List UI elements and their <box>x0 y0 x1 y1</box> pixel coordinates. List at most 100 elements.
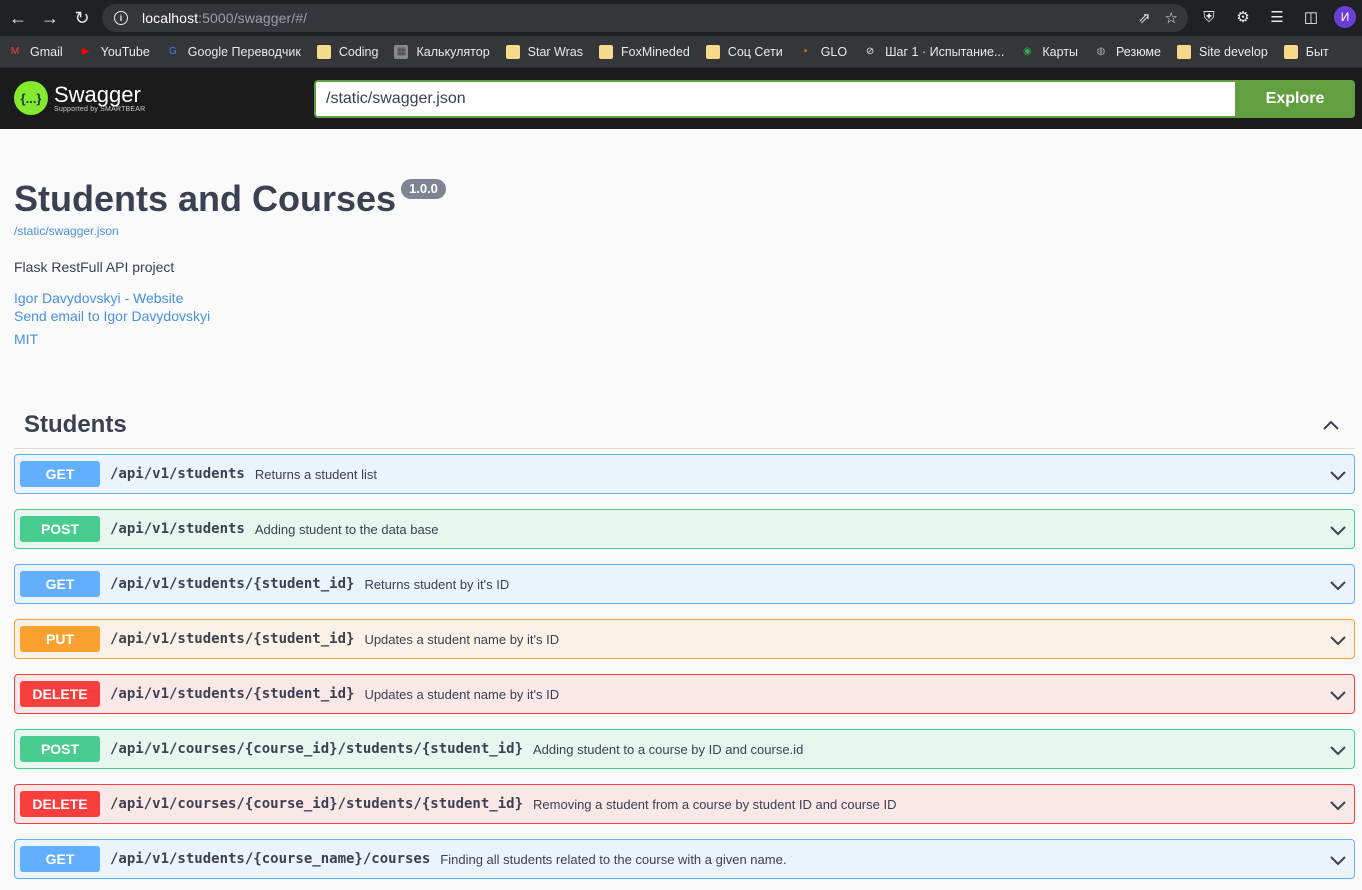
maps-icon: ◉ <box>1023 46 1032 57</box>
chevron-down-icon[interactable] <box>1328 520 1348 540</box>
bookmark-item[interactable]: ◉ Карты <box>1020 45 1078 59</box>
operation-delete[interactable]: DELETE/api/v1/courses/{course_id}/studen… <box>14 784 1355 824</box>
method-badge: GET <box>20 461 100 487</box>
bookmark-label: Калькулятор <box>416 44 490 59</box>
operation-summary: Updates a student name by it's ID <box>364 631 560 647</box>
folder-icon <box>705 44 720 59</box>
operation-get[interactable]: GET/api/v1/students/{course_name}/course… <box>14 839 1355 879</box>
translate-icon: G <box>168 46 177 57</box>
chevron-up-icon[interactable] <box>1321 415 1341 435</box>
method-badge: GET <box>20 846 100 872</box>
method-badge: DELETE <box>20 681 100 707</box>
forward-icon[interactable]: → <box>36 4 64 32</box>
bookmark-item[interactable]: ▦ Калькулятор <box>394 44 490 59</box>
bookmark-label: FoxMineded <box>621 44 690 59</box>
operation-path: /api/v1/students/{student_id} <box>110 631 355 647</box>
chevron-down-icon[interactable] <box>1328 465 1348 485</box>
spec-url-link[interactable]: /static/swagger.json <box>14 224 119 238</box>
bookmark-item[interactable]: ▶ YouTube <box>79 45 150 59</box>
method-badge: DELETE <box>20 791 100 817</box>
link-icon: ⊘ <box>865 46 875 57</box>
bookmark-item[interactable]: Coding <box>316 44 379 59</box>
operation-path: /api/v1/courses/{course_id}/students/{st… <box>110 796 524 812</box>
chevron-down-icon[interactable] <box>1328 575 1348 595</box>
site-info-icon[interactable]: i <box>114 11 128 25</box>
chevron-down-icon[interactable] <box>1328 850 1348 870</box>
bookmark-label: Соц Сети <box>727 44 783 59</box>
shield-icon[interactable]: ⛨ <box>1198 6 1220 28</box>
operation-post[interactable]: POST/api/v1/students Adding student to th… <box>14 509 1355 549</box>
operation-path: /api/v1/students/{course_name}/courses <box>110 851 431 867</box>
url-host: localhost <box>142 10 199 26</box>
operation-summary: Updates a student name by it's ID <box>364 686 560 702</box>
profile-avatar[interactable]: И <box>1334 6 1356 28</box>
license-link[interactable]: MIT <box>14 331 38 347</box>
calculator-icon: ▦ <box>394 44 409 59</box>
bookmark-label: Coding <box>338 44 379 59</box>
bookmark-item[interactable]: FoxMineded <box>599 44 690 59</box>
bookmark-label: GLO <box>820 44 848 59</box>
tag-section-header[interactable]: Students <box>14 402 1355 449</box>
chevron-down-icon[interactable] <box>1328 630 1348 650</box>
operation-summary: Removing a student from a course by stud… <box>533 796 897 812</box>
operation-summary: Adding student to the data base <box>254 521 439 537</box>
gmail-icon: M <box>10 46 20 57</box>
bookmark-item[interactable]: Star Wras <box>505 44 583 59</box>
chevron-down-icon[interactable] <box>1328 685 1348 705</box>
operation-put[interactable]: PUT/api/v1/students/{student_id} Updates … <box>14 619 1355 659</box>
operation-delete[interactable]: DELETE/api/v1/students/{student_id} Updat… <box>14 674 1355 714</box>
star-icon[interactable]: ☆ <box>1165 9 1178 27</box>
bookmark-label: Быт <box>1305 44 1329 59</box>
globe-icon: ◍ <box>1096 46 1106 57</box>
website-link[interactable]: Igor Davydovskyi - Website <box>14 290 183 306</box>
media-playlist-icon[interactable]: ☰ <box>1266 6 1288 28</box>
address-bar[interactable]: i localhost:5000/swagger/#/ ⇗ ☆ <box>102 4 1188 32</box>
logo-subtext: Supported by SMARTBEAR <box>54 105 146 113</box>
bookmark-label: Резюме <box>1116 44 1161 59</box>
email-link[interactable]: Send email to Igor Davydovskyi <box>14 308 210 324</box>
operation-summary: Finding all students related to the cour… <box>440 851 787 867</box>
operation-path: /api/v1/students/{student_id} <box>110 576 355 592</box>
bookmark-item[interactable]: Соц Сети <box>705 44 783 59</box>
method-badge: POST <box>20 516 100 542</box>
operation-post[interactable]: POST/api/v1/courses/{course_id}/students… <box>14 729 1355 769</box>
bookmark-item[interactable]: ⊘ Шаг 1 · Испытание... <box>863 45 1004 59</box>
share-icon[interactable]: ⇗ <box>1138 9 1151 27</box>
bookmark-item[interactable]: M Gmail <box>8 45 63 59</box>
explore-button[interactable]: Explore <box>1235 80 1355 118</box>
operation-path: /api/v1/courses/{course_id}/students/{st… <box>110 741 524 757</box>
operation-get[interactable]: GET/api/v1/students/{student_id} Returns … <box>14 564 1355 604</box>
back-icon[interactable]: ← <box>4 4 32 32</box>
glo-icon: • <box>803 46 808 57</box>
bookmark-label: Google Переводчик <box>187 44 301 59</box>
bookmark-item[interactable]: • GLO <box>799 45 847 59</box>
swagger-logo-icon: {...} <box>14 81 48 115</box>
browser-toolbar: ← → ↻ i localhost:5000/swagger/#/ ⇗ ☆ ⛨ … <box>0 0 1362 36</box>
folder-icon <box>599 44 613 59</box>
chevron-down-icon[interactable] <box>1328 740 1348 760</box>
bookmark-label: Star Wras <box>527 44 583 59</box>
swagger-logo[interactable]: {...} Swagger Supported by SMARTBEAR <box>14 81 145 115</box>
operation-summary: Returns student by it's ID <box>364 576 510 592</box>
operation-path: /api/v1/students/{student_id} <box>110 686 355 702</box>
bookmark-item[interactable]: Быт <box>1283 44 1329 59</box>
bookmarks-bar: M Gmail ▶ YouTube G Google Переводчик Coding ▦ К… <box>0 36 1362 68</box>
version-badge: 1.0.0 <box>401 179 446 199</box>
method-badge: POST <box>20 736 100 762</box>
extensions-puzzle-icon[interactable]: ⚙ <box>1232 6 1254 28</box>
operation-get[interactable]: GET/api/v1/students Returns a student lis… <box>14 454 1355 494</box>
bookmark-label: Gmail <box>30 44 63 59</box>
operation-summary: Adding student to a course by ID and cou… <box>533 741 804 757</box>
side-panel-icon[interactable]: ◫ <box>1300 6 1322 28</box>
spec-url-input[interactable] <box>314 80 1236 118</box>
reload-icon[interactable]: ↻ <box>68 4 96 32</box>
bookmark-item[interactable]: ◍ Резюме <box>1094 45 1161 59</box>
bookmark-item[interactable]: Site develop <box>1176 44 1268 59</box>
page-title: Students and Courses <box>14 178 397 219</box>
folder-icon <box>1283 44 1298 59</box>
address-url[interactable]: localhost:5000/swagger/#/ <box>142 10 307 26</box>
operation-path: /api/v1/students <box>110 466 245 482</box>
api-description: Flask RestFull API project <box>14 259 175 275</box>
chevron-down-icon[interactable] <box>1328 795 1348 815</box>
bookmark-item[interactable]: G Google Переводчик <box>166 45 301 59</box>
